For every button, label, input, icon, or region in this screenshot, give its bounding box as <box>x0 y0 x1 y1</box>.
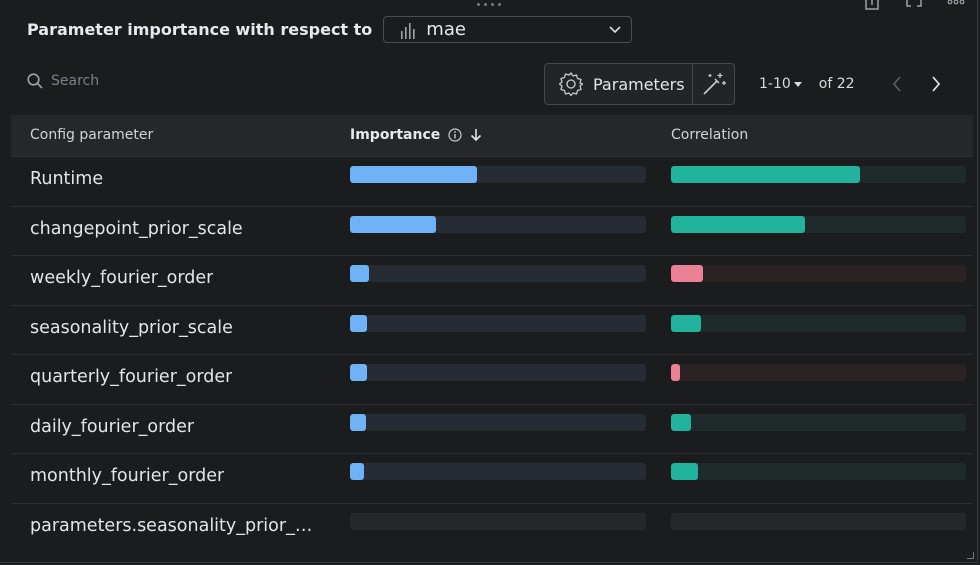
parameter-name: Runtime <box>30 169 104 189</box>
metric-select[interactable]: mae <box>383 16 633 43</box>
more-options-icon[interactable] <box>947 0 965 12</box>
correlation-bar <box>671 314 966 332</box>
table-row[interactable]: Runtime <box>11 157 973 207</box>
parameters-button-group: Parameters <box>544 63 735 105</box>
search-icon <box>27 73 43 89</box>
export-icon[interactable] <box>863 0 881 12</box>
next-page-icon[interactable] <box>931 76 941 92</box>
correlation-bar <box>671 463 966 480</box>
parameter-name: changepoint_prior_scale <box>30 218 243 239</box>
magic-wand-icon <box>702 73 726 95</box>
caret-down-icon <box>793 81 802 87</box>
importance-bar-fill <box>350 413 367 431</box>
correlation-bar-fill <box>671 314 701 332</box>
importance-bar <box>350 512 646 530</box>
correlation-bar-fill <box>671 215 806 233</box>
correlation-bar <box>671 512 966 530</box>
correlation-bar <box>671 364 966 381</box>
table-body: Runtime changepoint_prior_scale weekly_fou… <box>11 157 973 552</box>
parameter-name: weekly_fourier_order <box>30 268 214 288</box>
correlation-bar <box>671 265 966 282</box>
importance-bar <box>350 364 646 381</box>
table-row[interactable]: daily_fourier_order <box>11 405 973 454</box>
importance-bar-fill <box>350 314 368 332</box>
bar-chart-icon <box>401 22 415 39</box>
parameter-name: monthly_fourier_order <box>30 466 225 486</box>
table-row[interactable]: changepoint_prior_scale <box>11 207 973 256</box>
pagination: 1-10 of 22 <box>759 76 855 92</box>
table-row[interactable]: quarterly_fourier_order <box>11 355 973 405</box>
fullscreen-icon[interactable] <box>905 0 923 12</box>
correlation-bar-fill <box>671 413 692 431</box>
importance-bar <box>350 215 646 233</box>
correlation-bar <box>671 215 966 233</box>
importance-bar-fill <box>350 364 368 381</box>
metric-value: mae <box>426 19 466 40</box>
parameter-importance-panel: Parameter importance with respect to mae <box>0 0 978 563</box>
correlation-bar-fill <box>671 364 680 381</box>
importance-bar-fill <box>350 265 370 282</box>
table-row[interactable]: weekly_fourier_order <box>11 256 973 306</box>
search-input[interactable] <box>51 73 251 89</box>
importance-bar <box>350 413 646 431</box>
column-header-importance-label: Importance <box>350 127 441 143</box>
table-row[interactable]: parameters.seasonality_prior_s… <box>11 504 973 553</box>
parameter-name: daily_fourier_order <box>30 416 195 437</box>
importance-bar <box>350 314 646 332</box>
column-header-correlation[interactable]: Correlation <box>671 127 748 143</box>
importance-bar-fill <box>350 215 436 233</box>
resize-handle[interactable] <box>967 552 974 559</box>
page-range-select[interactable]: 1-10 <box>759 76 802 92</box>
sort-descending-icon[interactable] <box>470 128 482 142</box>
importance-bar-fill <box>350 463 365 480</box>
chevron-down-icon <box>609 25 621 33</box>
info-icon[interactable] <box>448 128 462 142</box>
importance-bar <box>350 166 646 183</box>
importance-bar <box>350 463 646 480</box>
panel-header: Parameter importance with respect to mae <box>27 16 633 43</box>
parameters-button[interactable]: Parameters <box>545 64 693 104</box>
search-box <box>27 73 251 89</box>
parameter-table: Config parameter Importance Correlation … <box>11 115 973 552</box>
toolbar: Parameters 1-10 of 22 <box>0 63 978 105</box>
table-row[interactable]: monthly_fourier_order <box>11 454 973 504</box>
correlation-bar <box>671 413 966 431</box>
correlation-bar <box>671 166 966 183</box>
importance-bar <box>350 265 646 282</box>
page-range-label: 1-10 <box>759 76 791 92</box>
parameter-name: seasonality_prior_scale <box>30 317 233 338</box>
panel-title: Parameter importance with respect to <box>27 20 373 39</box>
previous-page-icon[interactable] <box>892 76 902 92</box>
parameters-button-label: Parameters <box>593 74 685 94</box>
parameter-name: quarterly_fourier_order <box>30 367 233 387</box>
correlation-bar-fill <box>671 265 704 282</box>
correlation-bar-fill <box>671 166 860 183</box>
gear-icon <box>558 72 584 97</box>
drag-handle[interactable] <box>477 3 501 6</box>
importance-bar-fill <box>350 166 478 183</box>
column-header-config-parameter[interactable]: Config parameter <box>30 127 153 143</box>
correlation-bar-fill <box>671 463 699 480</box>
panel-actions <box>863 0 965 12</box>
table-row[interactable]: seasonality_prior_scale <box>11 306 973 355</box>
table-header: Config parameter Importance Correlation <box>11 115 973 157</box>
column-header-importance[interactable]: Importance <box>350 127 482 143</box>
parameter-name: parameters.seasonality_prior_s… <box>30 515 320 536</box>
total-count-label: of 22 <box>818 76 855 92</box>
magic-wand-button[interactable] <box>693 64 734 104</box>
